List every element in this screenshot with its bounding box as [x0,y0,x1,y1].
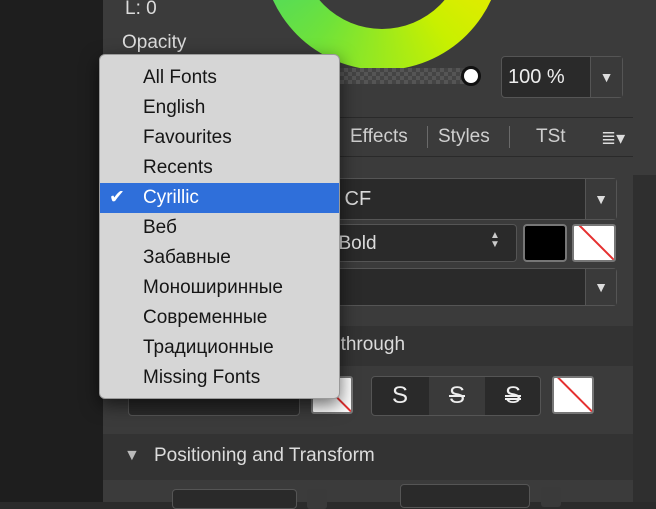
strike-double-button[interactable]: S [485,377,541,415]
transform-stepper[interactable] [541,487,561,507]
menu-item-all-fonts[interactable]: All Fonts [100,63,339,93]
tab-separator [509,126,510,148]
disclosure-triangle-icon[interactable]: ▼ [124,447,140,465]
language-field[interactable] [335,268,617,306]
panel-scroll-track[interactable] [633,175,656,502]
menu-item-label: Моноширинные [143,277,283,298]
highlight-none-swatch[interactable] [572,224,616,262]
font-category-menu: All Fonts English Favourites Recents ✔ Cyrill… [99,54,340,399]
menu-item-веб[interactable]: Веб [100,213,339,243]
menu-item-favourites[interactable]: Favourites [100,123,339,153]
position-stepper[interactable] [307,489,327,509]
menu-item-label: Missing Fonts [143,367,261,388]
checkmark-icon: ✔ [109,187,125,208]
menu-item-english[interactable]: English [100,93,339,123]
menu-item-label: Традиционные [143,337,274,358]
chevron-down-icon: ▼ [594,191,608,207]
font-style-stepper-icon[interactable]: ▲ ▼ [490,231,500,250]
menu-item-label: Favourites [143,127,232,148]
menu-item-забавные[interactable]: Забавные [100,243,339,273]
menu-item-label: Веб [143,217,177,238]
menu-item-label: Забавные [143,247,231,268]
menu-item-cyrillic[interactable]: ✔ Cyrillic [100,183,339,213]
menu-item-label: All Fonts [143,67,217,88]
position-field[interactable] [172,489,297,509]
opacity-slider[interactable] [332,68,470,84]
menu-item-label: Cyrillic [143,187,199,208]
tab-styles[interactable]: Styles [438,126,490,148]
menu-item-missing-fonts[interactable]: Missing Fonts [100,363,339,393]
strike-none-button[interactable]: S [372,377,428,415]
left-dark-area [0,0,103,502]
strike-color-none-swatch[interactable] [552,376,594,414]
chevron-down-icon: ▼ [594,279,608,295]
strike-single-button[interactable]: S [429,377,485,415]
font-family-dropdown-button[interactable]: ▼ [585,179,616,219]
menu-item-recents[interactable]: Recents [100,153,339,183]
menu-item-label: English [143,97,206,118]
lightness-readout: L: 0 [125,0,157,19]
tab-separator [427,126,428,148]
strikethrough-label: ethrough [330,334,406,355]
menu-item-label: Recents [143,157,213,178]
opacity-slider-knob[interactable] [461,66,481,86]
opacity-dropdown-button[interactable]: ▼ [590,57,622,97]
font-family-field[interactable] [335,178,617,220]
opacity-value: 100 % [508,66,565,88]
text-color-swatch[interactable] [523,224,567,262]
menu-item-современные[interactable]: Современные [100,303,339,333]
tab-tst[interactable]: TSt [536,126,566,148]
tab-effects[interactable]: Effects [350,126,408,148]
language-dropdown-button[interactable]: ▼ [585,269,616,305]
panel-menu-icon[interactable]: ≣▾ [601,128,625,149]
transform-field[interactable] [400,484,530,508]
chevron-down-icon: ▼ [599,69,614,85]
opacity-label: Opacity [122,32,187,53]
menu-item-label: Современные [143,307,268,328]
menu-item-моноширинные[interactable]: Моноширинные [100,273,339,303]
positioning-label: Positioning and Transform [154,445,375,466]
menu-item-традиционные[interactable]: Традиционные [100,333,339,363]
